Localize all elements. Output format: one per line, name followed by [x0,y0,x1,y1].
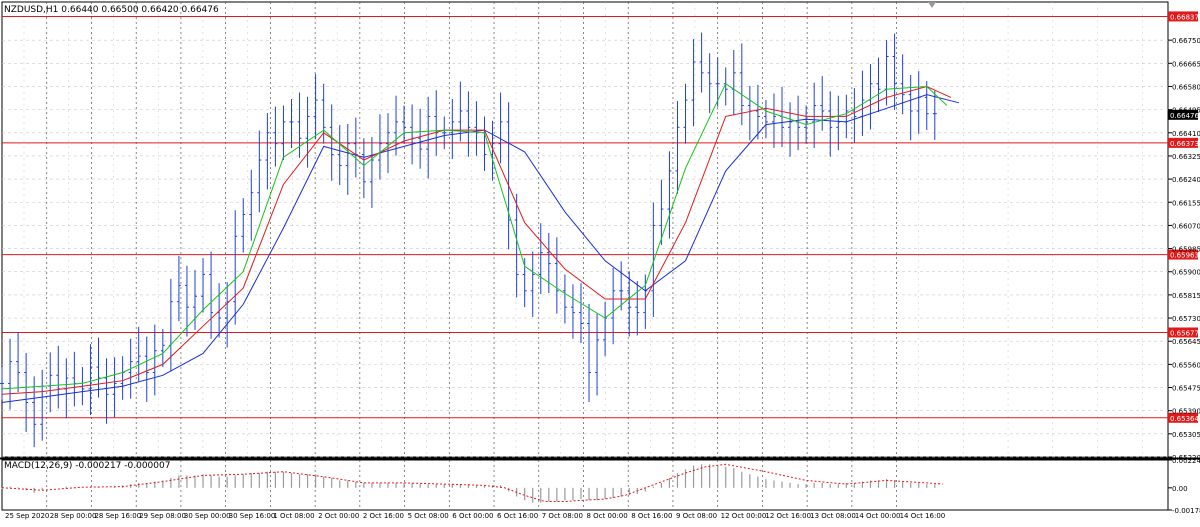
ma-fast-line [1,82,948,390]
x-tick-label: 6 Oct 00:00 [452,512,493,520]
price-series [0,32,937,448]
macd-label: MACD(12,26,9) -0.000217 -0.000007 [4,461,170,471]
main-panel-frame [1,1,1169,458]
y-tick-label: 0.65730 [1172,315,1200,323]
macd-y-tick-label: 0.002247 [1172,457,1200,465]
y-tick-label: 0.66665 [1172,60,1200,68]
horizontal-levels[interactable]: 0.668370.663730.659630.656770.65364 [2,11,1199,423]
y-tick-label: 0.65645 [1172,338,1200,346]
x-tick-label: 2 Oct 16:00 [363,512,404,520]
x-tick-label: 8 Oct 00:00 [586,512,627,520]
y-tick-label: 0.65560 [1172,361,1200,369]
x-tick-label: 5 Oct 08:00 [408,512,449,520]
moving-averages [1,82,960,403]
chart-shift-triangle-icon [928,2,936,8]
level-price-label: 0.66837 [1170,13,1199,21]
x-tick-label: 14 Oct 16:00 [900,512,946,520]
x-tick-label: 13 Oct 08:00 [810,512,856,520]
x-tick-label: 25 Sep 2020 [5,512,49,520]
y-tick-label: 0.66070 [1172,222,1200,230]
x-tick-label: 30 Sep 00:00 [184,512,231,520]
x-tick-label: 9 Oct 08:00 [676,512,717,520]
x-tick-label: 12 Oct 00:00 [721,512,767,520]
y-tick-label: 0.66750 [1172,37,1200,45]
level-price-label: 0.65364 [1170,415,1199,423]
x-tick-label: 2 Oct 00:00 [318,512,359,520]
y-tick-label: 0.65305 [1172,431,1200,439]
y-tick-label: 0.65815 [1172,292,1200,300]
chart-title: NZDUSD,H1 0.66440 0.66500 0.66420 0.6647… [4,5,219,15]
level-price-label: 0.65677 [1170,329,1199,337]
x-tick-label: 29 Sep 08:00 [139,512,186,520]
macd-panel-frame [1,459,1169,511]
y-tick-label: 0.66325 [1172,153,1200,161]
y-tick-label: 0.65390 [1172,408,1200,416]
y-tick-label: 0.66240 [1172,176,1200,184]
y-tick-label: 0.65900 [1172,269,1200,277]
price-chart[interactable]: 0.668370.663730.659630.656770.65364 0.66… [0,0,1200,523]
current-price-label: 0.66476 [1170,112,1199,120]
y-tick-label: 0.66580 [1172,83,1200,91]
x-tick-label: 28 Sep 16:00 [94,512,141,520]
macd-y-tick-label: -0.001789 [1172,507,1200,515]
y-tick-label: 0.65985 [1172,246,1200,254]
x-tick-label: 1 Oct 08:00 [273,512,314,520]
macd-y-tick-label: 0.00 [1172,485,1188,493]
grid [0,1,1200,511]
chart-window: 0.66837 0.66373 0.65963 0.65677 0.65364 0.66… [0,0,1200,523]
y-tick-label: 0.66155 [1172,199,1200,207]
x-tick-label: 28 Sep 00:00 [50,512,97,520]
x-tick-label: 8 Oct 16:00 [631,512,672,520]
y-tick-label: 0.66410 [1172,130,1200,138]
x-tick-label: 6 Oct 16:00 [497,512,538,520]
x-tick-label: 30 Sep 16:00 [229,512,276,520]
x-tick-label: 14 Oct 00:00 [855,512,901,520]
x-tick-label: 7 Oct 08:00 [542,512,583,520]
y-tick-label: 0.65475 [1172,385,1200,393]
axes: 0.667500.666650.665800.664950.664100.663… [5,2,1200,520]
level-price-label: 0.66373 [1170,140,1199,148]
x-tick-label: 12 Oct 16:00 [765,512,811,520]
